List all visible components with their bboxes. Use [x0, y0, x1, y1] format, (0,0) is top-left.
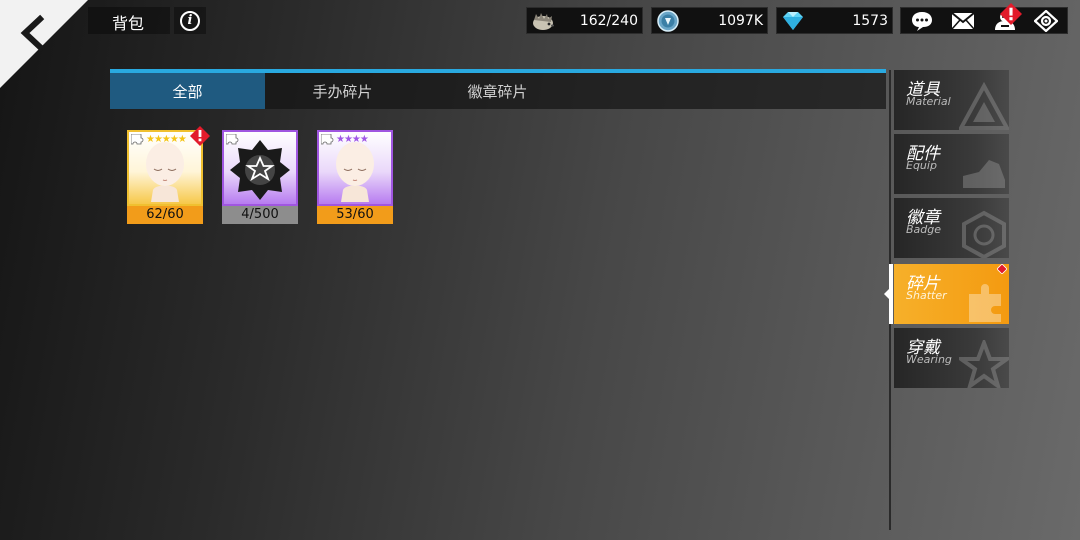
- tab-figure-shards[interactable]: 手办碎片: [265, 73, 420, 109]
- back-button[interactable]: [0, 0, 90, 90]
- inventory-item[interactable]: 4/500: [222, 130, 298, 224]
- rarity-stars: ★★★★: [336, 134, 369, 145]
- item-count: 53/60: [317, 206, 393, 224]
- alert-icon: [999, 2, 1022, 25]
- active-category-arrow: [884, 288, 890, 300]
- stamina-value: 162/240: [579, 13, 638, 29]
- category-sublabel: Material: [906, 95, 951, 108]
- category-wearing[interactable]: 穿戴 Wearing: [894, 328, 1009, 388]
- alert-icon: [190, 126, 210, 146]
- category-badge[interactable]: 徽章 Badge: [894, 198, 1009, 258]
- coin-icon: [657, 10, 679, 32]
- chat-icon: [911, 11, 932, 31]
- stamina-counter[interactable]: 162/240: [526, 7, 643, 34]
- notification-dot-icon: [997, 264, 1007, 274]
- inventory-item[interactable]: ★★★★★ 62/60: [127, 126, 210, 224]
- category-sublabel: Wearing: [906, 353, 952, 366]
- hedgehog-stamina-icon: [533, 13, 554, 30]
- puzzle-piece-icon: [131, 134, 144, 145]
- page-title: 背包: [112, 14, 145, 33]
- gem-value: 1573: [852, 13, 888, 29]
- puzzle-piece-icon: [321, 134, 334, 145]
- star-icon: [959, 340, 1009, 388]
- mail-icon: [951, 11, 975, 29]
- puzzle-piece-icon: [226, 134, 239, 145]
- info-icon: i: [180, 10, 200, 31]
- item-count: 4/500: [222, 206, 298, 224]
- rarity-stars: ★★★★★: [146, 134, 187, 145]
- puzzle-shard-icon: [969, 284, 1001, 322]
- gem-counter[interactable]: 1573: [776, 7, 893, 34]
- category-shatter[interactable]: 碎片 Shatter: [894, 264, 1009, 324]
- category-sublabel: Shatter: [906, 289, 947, 302]
- tab-bar: 全部 手办碎片 徽章碎片: [110, 73, 886, 109]
- category-equip[interactable]: 配件 Equip: [894, 134, 1009, 194]
- top-toolbar: [900, 2, 1068, 34]
- coin-value: 1097K: [718, 13, 763, 29]
- category-sublabel: Equip: [906, 159, 937, 172]
- mail-button[interactable]: [949, 9, 977, 33]
- hexagon-badge-icon: [962, 210, 1006, 258]
- settings-icon: [1034, 9, 1059, 32]
- material-triangle-icon: [959, 82, 1009, 130]
- tab-all[interactable]: 全部: [110, 73, 265, 109]
- friends-button[interactable]: [991, 2, 1022, 33]
- info-button[interactable]: i: [174, 7, 206, 34]
- item-frame: [222, 130, 298, 206]
- tab-badge-shards[interactable]: 徽章碎片: [420, 73, 575, 109]
- category-material[interactable]: 道具 Material: [894, 70, 1009, 130]
- coin-counter[interactable]: 1097K: [651, 7, 768, 34]
- inventory-item[interactable]: ★★★★ 53/60: [317, 130, 393, 224]
- chat-button[interactable]: [908, 9, 936, 33]
- diamond-icon: [783, 12, 803, 30]
- item-frame: ★★★★: [317, 130, 393, 206]
- category-sublabel: Badge: [906, 223, 942, 236]
- settings-button[interactable]: [1032, 9, 1060, 33]
- shoe-icon: [963, 160, 1005, 188]
- item-count: 62/60: [127, 206, 203, 224]
- back-arrow-icon: [0, 0, 88, 88]
